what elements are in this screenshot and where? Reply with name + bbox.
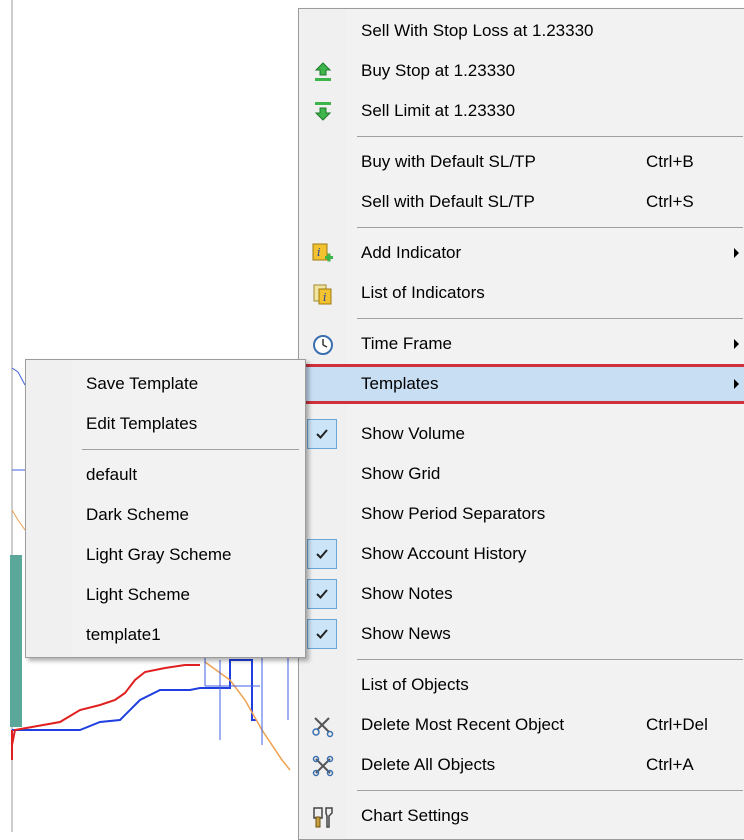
menu-item-label: Show Volume — [361, 424, 465, 443]
menu-item-show-news[interactable]: Show News — [301, 614, 744, 654]
menu-item-buy-stop[interactable]: Buy Stop at 1.23330 — [301, 51, 744, 91]
menu-item-label: Time Frame — [361, 334, 452, 353]
submenu-item-template1[interactable]: template1 — [28, 615, 303, 655]
menu-separator — [357, 318, 743, 319]
menu-item-label: Sell with Default SL/TP — [361, 192, 535, 211]
menu-item-label: Buy Stop at 1.23330 — [361, 61, 516, 80]
menu-item-label: Chart Settings — [361, 806, 469, 825]
menu-item-show-period-separators[interactable]: Show Period Separators — [301, 494, 744, 534]
submenu-item-light-scheme[interactable]: Light Scheme — [28, 575, 303, 615]
menu-item-label: Delete Most Recent Object — [361, 715, 565, 734]
blue-price-line — [12, 659, 256, 731]
menu-item-show-notes[interactable]: Show Notes — [301, 574, 744, 614]
delete-all-objects-icon — [311, 754, 335, 778]
menu-item-label: Delete All Objects — [361, 755, 496, 774]
chart-settings-icon — [311, 805, 335, 829]
menu-item-sell-limit[interactable]: Sell Limit at 1.23330 — [301, 91, 744, 131]
svg-text:i: i — [323, 291, 327, 304]
submenu-item-label: Edit Templates — [86, 414, 198, 433]
menu-item-shortcut: Ctrl+Del — [646, 715, 708, 734]
menu-item-shortcut: Ctrl+A — [646, 755, 694, 774]
menu-item-label: Sell With Stop Loss at 1.23330 — [361, 21, 594, 40]
submenu-item-label: Dark Scheme — [86, 505, 189, 524]
add-indicator-icon: i — [311, 242, 335, 266]
menu-item-add-indicator[interactable]: i Add Indicator — [301, 233, 744, 273]
menu-item-delete-most-recent-object[interactable]: Delete Most Recent Object Ctrl+Del — [301, 705, 744, 745]
menu-separator — [357, 227, 743, 228]
menu-item-show-grid[interactable]: Show Grid — [301, 454, 744, 494]
menu-item-label: Templates — [361, 374, 439, 393]
menu-item-label: Sell Limit at 1.23330 — [361, 101, 516, 120]
menu-item-label: Show Notes — [361, 584, 453, 603]
menu-item-list-of-indicators[interactable]: i List of Indicators — [301, 273, 744, 313]
submenu-item-label: template1 — [86, 625, 161, 644]
checkmark-icon — [307, 419, 337, 449]
checkmark-icon — [307, 539, 337, 569]
menu-item-show-account-history[interactable]: Show Account History — [301, 534, 744, 574]
menu-item-label: Show Period Separators — [361, 504, 546, 523]
menu-item-label: Show Grid — [361, 464, 441, 483]
submenu-arrow-icon — [734, 379, 739, 389]
sell-limit-arrow-down-icon — [311, 100, 335, 124]
menu-item-templates[interactable]: Templates — [301, 364, 744, 404]
chart-context-menu: Sell With Stop Loss at 1.23330 Buy Stop … — [298, 8, 744, 840]
submenu-item-label: Save Template — [86, 374, 199, 393]
submenu-item-light-gray-scheme[interactable]: Light Gray Scheme — [28, 535, 303, 575]
submenu-item-edit-templates[interactable]: Edit Templates — [28, 404, 303, 444]
checkmark-icon — [307, 619, 337, 649]
menu-item-label: List of Indicators — [361, 283, 485, 302]
menu-item-label: Add Indicator — [361, 243, 462, 262]
menu-item-shortcut: Ctrl+B — [646, 152, 694, 171]
submenu-item-label: Light Gray Scheme — [86, 545, 232, 564]
menu-item-shortcut: Ctrl+S — [646, 192, 694, 211]
clock-icon — [311, 333, 335, 357]
list-indicators-icon: i — [311, 282, 335, 306]
submenu-item-save-template[interactable]: Save Template — [28, 364, 303, 404]
menu-separator — [357, 790, 743, 791]
volume-bar — [10, 555, 22, 727]
red-price-line — [11, 664, 200, 746]
menu-item-show-volume[interactable]: Show Volume — [301, 414, 744, 454]
submenu-arrow-icon — [734, 248, 739, 258]
submenu-item-dark-scheme[interactable]: Dark Scheme — [28, 495, 303, 535]
delete-recent-object-icon — [311, 714, 335, 738]
menu-item-label: Show News — [361, 624, 451, 643]
svg-text:i: i — [317, 246, 321, 259]
buy-stop-arrow-up-icon — [311, 60, 335, 84]
menu-separator — [357, 659, 743, 660]
menu-item-list-of-objects[interactable]: List of Objects — [301, 665, 744, 705]
menu-item-label: List of Objects — [361, 675, 469, 694]
submenu-separator — [82, 449, 299, 450]
checkmark-icon — [307, 579, 337, 609]
menu-item-buy-default[interactable]: Buy with Default SL/TP Ctrl+B — [301, 142, 744, 182]
submenu-item-default[interactable]: default — [28, 455, 303, 495]
menu-item-delete-all-objects[interactable]: Delete All Objects Ctrl+A — [301, 745, 744, 785]
submenu-item-label: Light Scheme — [86, 585, 190, 604]
menu-item-chart-settings[interactable]: Chart Settings — [301, 796, 744, 836]
menu-item-label: Buy with Default SL/TP — [361, 152, 536, 171]
menu-item-time-frame[interactable]: Time Frame — [301, 324, 744, 364]
menu-item-sell-default[interactable]: Sell with Default SL/TP Ctrl+S — [301, 182, 744, 222]
submenu-arrow-icon — [734, 339, 739, 349]
templates-submenu: Save Template Edit Templates default Dar… — [25, 359, 306, 658]
menu-separator — [357, 136, 743, 137]
menu-item-label: Show Account History — [361, 544, 527, 563]
submenu-item-label: default — [86, 465, 138, 484]
menu-item-sell-with-stop-loss[interactable]: Sell With Stop Loss at 1.23330 — [301, 11, 744, 51]
orange-price-line — [204, 661, 291, 771]
